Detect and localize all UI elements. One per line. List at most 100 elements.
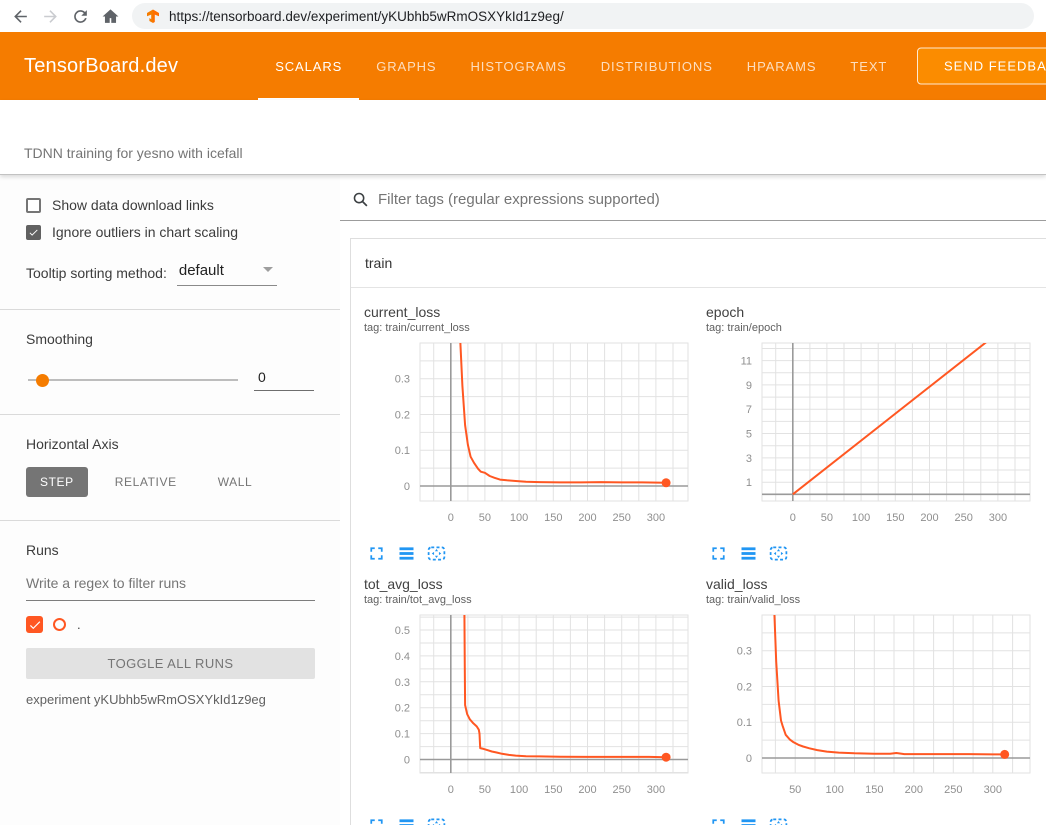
smoothing-value-input[interactable]: 0 bbox=[254, 369, 314, 391]
chart-title: tot_avg_loss bbox=[364, 576, 706, 592]
runs-selector-icon bbox=[738, 543, 759, 564]
svg-text:0: 0 bbox=[404, 481, 410, 493]
search-icon bbox=[352, 191, 369, 208]
tensorboard-favicon bbox=[144, 8, 160, 24]
svg-text:100: 100 bbox=[510, 784, 528, 796]
svg-text:0: 0 bbox=[746, 753, 752, 765]
tab-scalars[interactable]: SCALARS bbox=[258, 32, 359, 100]
chart-toolbar bbox=[366, 815, 706, 825]
fit-domain-button[interactable] bbox=[426, 543, 447, 564]
svg-text:3: 3 bbox=[746, 453, 752, 465]
svg-text:300: 300 bbox=[984, 784, 1002, 796]
svg-text:0.3: 0.3 bbox=[737, 646, 752, 658]
svg-text:50: 50 bbox=[479, 784, 491, 796]
svg-text:9: 9 bbox=[746, 380, 752, 392]
expand-chart-button[interactable] bbox=[366, 543, 387, 564]
main-panel: Filter tags (regular expressions support… bbox=[340, 175, 1046, 825]
divider bbox=[0, 414, 340, 415]
tab-hparams[interactable]: HPARAMS bbox=[730, 32, 834, 100]
slider-thumb[interactable] bbox=[36, 374, 49, 387]
address-bar[interactable]: https://tensorboard.dev/experiment/yKUbh… bbox=[132, 3, 1034, 29]
tooltip-sort-select[interactable]: default bbox=[177, 262, 277, 286]
axis-button-step[interactable]: STEP bbox=[26, 467, 88, 497]
line-chart[interactable]: 05010015020025030000.10.20.30.40.5 bbox=[364, 610, 696, 810]
ignore-outliers-row[interactable]: Ignore outliers in chart scaling bbox=[26, 224, 340, 240]
fit-domain-button[interactable] bbox=[426, 815, 447, 825]
app-header: TensorBoard.dev SCALARSGRAPHSHISTOGRAMSD… bbox=[0, 32, 1046, 100]
send-feedback-button[interactable]: SEND FEEDBACK bbox=[917, 48, 1046, 85]
experiment-note: experiment yKUbhb5wRmOSXYkId1z9eg bbox=[26, 692, 314, 707]
group-label: train bbox=[365, 255, 392, 271]
svg-text:200: 200 bbox=[578, 512, 596, 524]
svg-text:200: 200 bbox=[578, 784, 596, 796]
divider bbox=[0, 309, 340, 310]
svg-text:150: 150 bbox=[544, 784, 562, 796]
smoothing-label: Smoothing bbox=[26, 331, 340, 347]
svg-text:11: 11 bbox=[741, 356, 752, 368]
axis-button-relative[interactable]: RELATIVE bbox=[101, 467, 191, 497]
checkbox-label: Show data download links bbox=[52, 197, 214, 213]
svg-text:250: 250 bbox=[955, 512, 973, 524]
tab-text[interactable]: TEXT bbox=[833, 32, 904, 100]
train-group-header[interactable]: train bbox=[351, 239, 1046, 288]
svg-text:0: 0 bbox=[448, 784, 454, 796]
fit-domain-button[interactable] bbox=[768, 815, 789, 825]
svg-text:0: 0 bbox=[404, 755, 410, 767]
runs-selector-icon bbox=[396, 543, 417, 564]
tab-histograms[interactable]: HISTOGRAMS bbox=[454, 32, 584, 100]
chart-tag: tag: train/valid_loss bbox=[706, 594, 1046, 606]
fit-domain-icon bbox=[768, 815, 789, 825]
runs-selector-icon bbox=[396, 815, 417, 825]
svg-text:250: 250 bbox=[613, 512, 631, 524]
svg-text:50: 50 bbox=[821, 512, 833, 524]
svg-text:0.1: 0.1 bbox=[395, 445, 410, 457]
chart-title: current_loss bbox=[364, 304, 706, 320]
fit-domain-icon bbox=[426, 815, 447, 825]
smoothing-slider[interactable] bbox=[28, 379, 238, 381]
runs-selector-button[interactable] bbox=[396, 543, 417, 564]
toggle-all-runs-button[interactable]: TOGGLE ALL RUNS bbox=[26, 648, 315, 679]
runs-selector-button[interactable] bbox=[738, 543, 759, 564]
svg-text:0.4: 0.4 bbox=[395, 651, 410, 663]
show-download-links-checkbox[interactable] bbox=[26, 198, 41, 213]
expand-chart-button[interactable] bbox=[708, 543, 729, 564]
runs-selector-button[interactable] bbox=[396, 815, 417, 825]
runs-regex-input[interactable]: Write a regex to filter runs bbox=[26, 575, 315, 601]
forward-button[interactable] bbox=[36, 2, 64, 30]
experiment-bar: TDNN training for yesno with icefall bbox=[0, 100, 1046, 175]
expand-chart-button[interactable] bbox=[708, 815, 729, 825]
svg-text:0.1: 0.1 bbox=[737, 717, 752, 729]
reload-button[interactable] bbox=[66, 2, 94, 30]
svg-text:50: 50 bbox=[789, 784, 801, 796]
svg-text:300: 300 bbox=[989, 512, 1007, 524]
expand-chart-icon bbox=[366, 543, 387, 564]
svg-text:0.2: 0.2 bbox=[395, 410, 410, 422]
axis-button-wall[interactable]: WALL bbox=[204, 467, 267, 497]
svg-text:300: 300 bbox=[647, 512, 665, 524]
home-button[interactable] bbox=[96, 2, 124, 30]
filter-tags-input[interactable]: Filter tags (regular expressions support… bbox=[340, 175, 1046, 221]
run-checkbox[interactable] bbox=[26, 616, 43, 633]
forward-arrow-icon bbox=[41, 7, 60, 26]
line-chart[interactable]: 0501001502002503001357911 bbox=[706, 338, 1038, 538]
chart-card-tot_avg_loss: tot_avg_losstag: train/tot_avg_loss05010… bbox=[364, 576, 706, 825]
run-row[interactable]: . bbox=[26, 616, 314, 633]
tab-distributions[interactable]: DISTRIBUTIONS bbox=[584, 32, 730, 100]
back-button[interactable] bbox=[6, 2, 34, 30]
tab-graphs[interactable]: GRAPHS bbox=[359, 32, 453, 100]
runs-selector-button[interactable] bbox=[738, 815, 759, 825]
line-chart[interactable]: 05010015020025030000.10.20.3 bbox=[364, 338, 696, 538]
experiment-title: TDNN training for yesno with icefall bbox=[24, 145, 243, 161]
check-icon bbox=[28, 226, 39, 239]
ignore-outliers-checkbox[interactable] bbox=[26, 225, 41, 240]
chart-card-current_loss: current_losstag: train/current_loss05010… bbox=[364, 304, 706, 564]
svg-text:100: 100 bbox=[852, 512, 870, 524]
expand-chart-button[interactable] bbox=[366, 815, 387, 825]
app-title: TensorBoard.dev bbox=[0, 55, 178, 78]
chart-title: epoch bbox=[706, 304, 1046, 320]
fit-domain-button[interactable] bbox=[768, 543, 789, 564]
line-chart[interactable]: 5010015020025030000.10.20.3 bbox=[706, 610, 1038, 810]
runs-label: Runs bbox=[26, 542, 340, 558]
reload-icon bbox=[71, 7, 90, 26]
show-download-links-row[interactable]: Show data download links bbox=[26, 197, 340, 213]
